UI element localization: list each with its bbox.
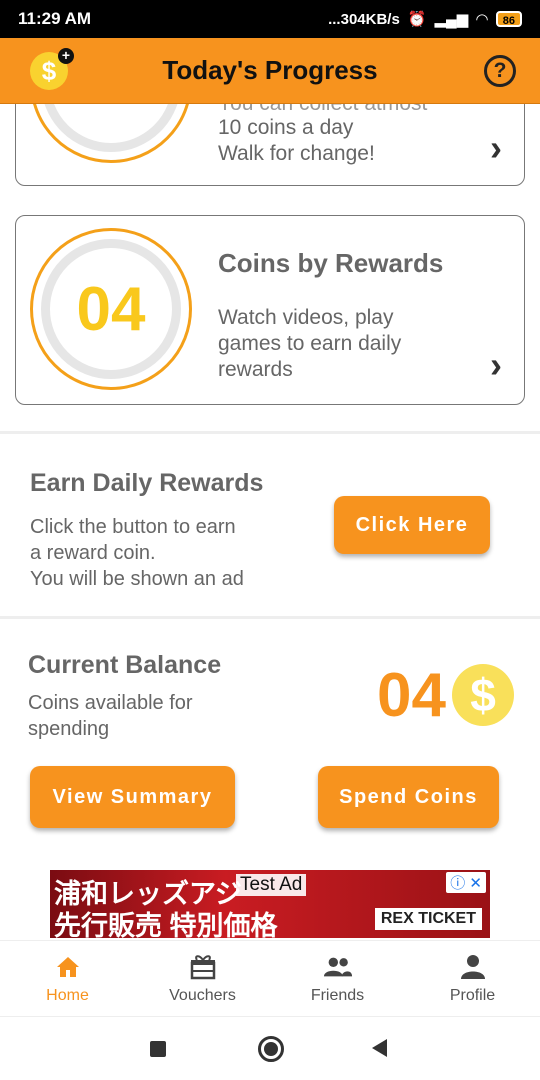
nav-item-profile[interactable]: Profile <box>405 941 540 1016</box>
add-coin-icon[interactable]: $ + <box>30 48 74 90</box>
nav-label-friends: Friends <box>310 986 365 1004</box>
rewards-coin-count: 04 <box>41 239 181 379</box>
dollar-coin-icon: $ <box>452 664 514 726</box>
walk-card-line-1: 10 coins a day <box>218 116 354 139</box>
chevron-right-icon: › <box>490 344 502 385</box>
nav-label-vouchers: Vouchers <box>169 986 236 1004</box>
ad-ticket-label: REX TICKET <box>374 908 482 930</box>
rewards-card-line-1: Watch videos, play <box>218 306 394 329</box>
daily-rewards-title: Earn Daily Rewards <box>30 469 264 497</box>
balance-line-2: spending <box>28 718 110 740</box>
balance-value: 04 <box>377 661 446 730</box>
back-icon[interactable] <box>372 1039 387 1057</box>
ad-close-icon[interactable]: ⓘ ✕ <box>446 872 486 893</box>
divider <box>0 616 540 619</box>
help-button[interactable]: ? <box>484 55 516 87</box>
alarm-icon: ⏰ <box>407 11 427 28</box>
wifi-icon: ◠ <box>476 11 488 28</box>
main-content[interactable]: You can collect atmost 10 coins a day Wa… <box>0 104 540 940</box>
ad-banner[interactable]: 浦和レッズアジ 先行販売 特別価格 Test Ad REX TICKET ⓘ ✕ <box>50 870 490 938</box>
page-title: Today's Progress <box>162 55 378 85</box>
walk-coins-card[interactable]: You can collect atmost 10 coins a day Wa… <box>15 104 525 186</box>
click-here-button[interactable]: Click Here <box>334 496 490 554</box>
spend-coins-button[interactable]: Spend Coins <box>318 766 499 828</box>
daily-rewards-line-1: Click the button to earn <box>30 516 236 538</box>
person-icon <box>458 953 488 981</box>
system-nav-bar <box>0 1016 540 1080</box>
bottom-nav: Home Vouchers Friends Profile <box>0 940 540 1016</box>
nav-item-home[interactable]: Home <box>0 941 135 1016</box>
home-icon <box>53 953 83 981</box>
signal-icon: ▂▄▆ <box>434 11 469 28</box>
nav-label-profile: Profile <box>449 986 496 1004</box>
group-icon <box>323 953 353 981</box>
ad-text-line-2: 先行販売 特別価格 <box>54 911 278 938</box>
chevron-right-icon: › <box>490 127 502 168</box>
nav-item-friends[interactable]: Friends <box>270 941 405 1016</box>
view-summary-button[interactable]: View Summary <box>30 766 235 828</box>
rewards-card-line-2: games to earn daily <box>218 332 402 355</box>
rewards-card-line-3: rewards <box>218 358 293 381</box>
rewards-coins-card[interactable]: 04 Coins by Rewards Watch videos, play g… <box>15 215 525 405</box>
rewards-progress-ring: 04 <box>30 228 192 390</box>
recents-icon[interactable] <box>150 1041 166 1057</box>
walk-progress-ring <box>30 104 192 163</box>
battery-indicator: 86 <box>495 11 522 27</box>
balance-line-1: Coins available for <box>28 692 193 714</box>
status-bar: 11:29 AM ...304KB/s ⏰ ▂▄▆ ◠ 86 <box>0 0 540 38</box>
test-ad-label: Test Ad <box>236 874 307 896</box>
walk-card-line-2: Walk for change! <box>218 142 375 165</box>
app-bar: $ + Today's Progress ? <box>0 38 540 104</box>
nav-label-home: Home <box>46 986 89 1004</box>
plus-icon: + <box>58 48 74 64</box>
net-speed: ...304KB/s <box>328 10 400 28</box>
status-icons: ...304KB/s ⏰ ▂▄▆ ◠ 86 <box>328 10 522 28</box>
status-time: 11:29 AM <box>18 9 92 28</box>
daily-rewards-line-2: a reward coin. <box>30 542 156 564</box>
current-balance-title: Current Balance <box>28 651 222 679</box>
divider <box>0 431 540 434</box>
rewards-card-title: Coins by Rewards <box>218 248 444 278</box>
nav-item-vouchers[interactable]: Vouchers <box>135 941 270 1016</box>
gift-icon <box>188 953 218 981</box>
daily-rewards-line-3: You will be shown an ad <box>30 568 244 590</box>
home-circle-icon[interactable] <box>258 1036 284 1062</box>
